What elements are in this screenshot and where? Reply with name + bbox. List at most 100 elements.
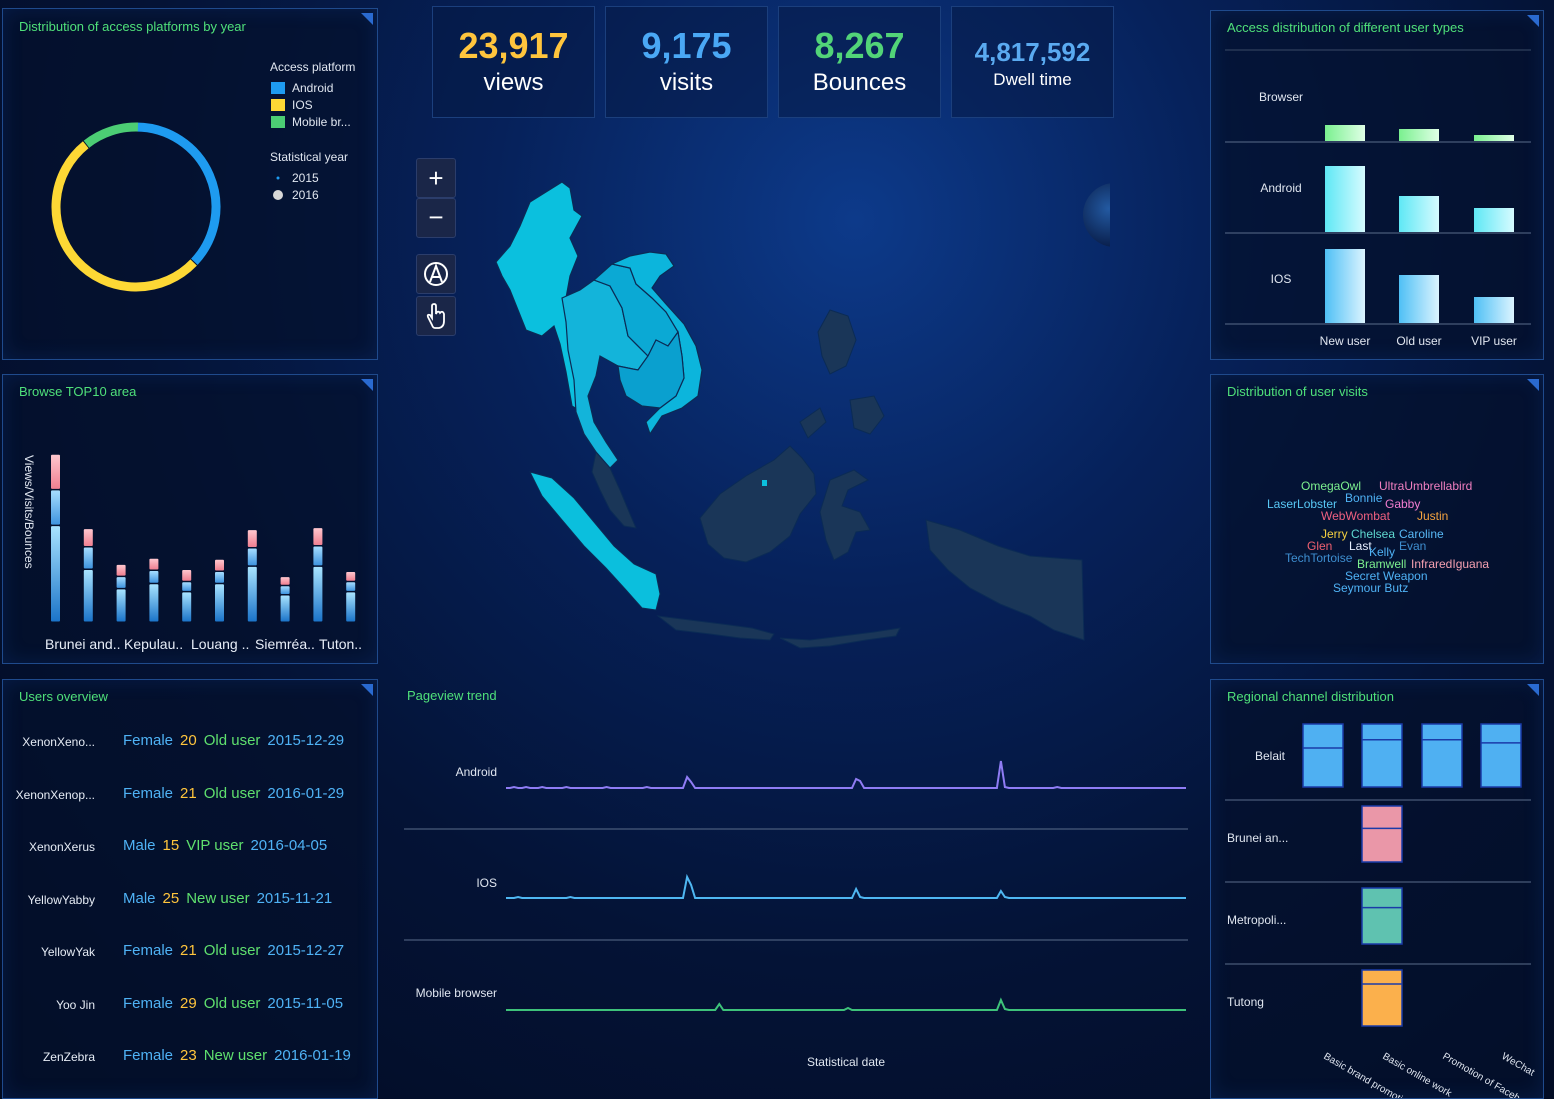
region-sulawesi[interactable]: [819, 469, 871, 561]
donut-slice-mobile-br-[interactable]: [83, 122, 139, 148]
region-brunei[interactable]: [762, 480, 767, 486]
regional-bar[interactable]: [1421, 723, 1463, 788]
region-papua[interactable]: [925, 519, 1085, 641]
top10-bar-segment[interactable]: [51, 526, 60, 622]
legend-year-2016[interactable]: 2016: [273, 188, 319, 202]
top10-bar-segment[interactable]: [149, 584, 159, 622]
user-row[interactable]: YellowYabby Male 25 New user 2015-11-21: [3, 886, 379, 916]
row-label: Browser: [1259, 90, 1303, 104]
top10-bar-segment[interactable]: [182, 582, 192, 591]
user-row[interactable]: XenonXerus Male 15 VIP user 2016-04-05: [3, 833, 379, 863]
top10-bar-segment[interactable]: [215, 559, 224, 571]
trend-line-android[interactable]: [506, 760, 1186, 789]
user-row[interactable]: XenonXenop... Female 21 Old user 2016-01-29: [3, 781, 379, 811]
top10-bar-chart: Views/Visits/Bounces Brunei and.. Kepulau…: [22, 454, 362, 652]
user-type-bar[interactable]: [1474, 208, 1514, 232]
user-type-bar[interactable]: [1399, 196, 1439, 232]
top10-bar-segment[interactable]: [280, 577, 290, 585]
top10-bar-segment[interactable]: [313, 546, 323, 566]
user-row[interactable]: ZenZebra Female 23 New user 2016-01-19: [3, 1043, 379, 1073]
top10-bar-segment[interactable]: [346, 592, 356, 622]
word-cloud-word[interactable]: Bonnie: [1345, 491, 1382, 505]
user-name: YellowYabby: [27, 892, 95, 907]
kpi-views-label: views: [483, 69, 544, 96]
user-type-bar[interactable]: [1474, 297, 1514, 323]
kpi-dwell-label: Dwell time: [993, 70, 1072, 89]
top10-bar-segment[interactable]: [182, 592, 192, 622]
top10-bar-segment[interactable]: [116, 589, 126, 622]
top10-bar-segment[interactable]: [313, 528, 323, 545]
user-type-bar[interactable]: [1325, 166, 1365, 232]
pan-mode-button[interactable]: [416, 296, 456, 336]
zoom-out-button[interactable]: −: [416, 198, 456, 238]
reset-view-button[interactable]: [416, 254, 456, 294]
region-lesser-sunda[interactable]: [779, 627, 901, 649]
panel-title: Users overview: [19, 689, 108, 704]
top10-bar-segment[interactable]: [247, 530, 257, 548]
regional-bar[interactable]: [1361, 805, 1403, 863]
top10-bar-segment[interactable]: [247, 548, 257, 566]
trend-line-ios[interactable]: [506, 873, 1186, 899]
regional-bar[interactable]: [1302, 723, 1344, 788]
user-type-bar[interactable]: [1399, 275, 1439, 323]
user-row[interactable]: Yoo Jin Female 29 Old user 2015-11-05: [3, 991, 379, 1021]
word-cloud-word[interactable]: Justin: [1417, 509, 1448, 523]
series-label: Android: [456, 765, 497, 779]
top10-bar-segment[interactable]: [116, 564, 126, 576]
top10-bar-segment[interactable]: [215, 584, 224, 622]
top10-bar-segment[interactable]: [313, 566, 323, 622]
top10-bar-segment[interactable]: [149, 558, 159, 570]
donut-slice-ios[interactable]: [51, 141, 197, 292]
word-cloud-word[interactable]: UltraUmbrellabird: [1379, 479, 1472, 493]
planet-decoration: [1083, 183, 1110, 247]
zoom-in-button[interactable]: +: [416, 158, 456, 198]
user-type-bar[interactable]: [1399, 129, 1439, 141]
user-type-bar[interactable]: [1474, 135, 1514, 141]
top10-bar-segment[interactable]: [182, 569, 192, 581]
regional-channel-chart: BelaitBrunei an...Metropoli...TutongBasi…: [1225, 723, 1536, 1098]
user-type-bar[interactable]: [1325, 125, 1365, 141]
user-name: XenonXenop...: [15, 787, 95, 802]
word-cloud-word[interactable]: Evan: [1399, 539, 1426, 553]
legend-item-mobile[interactable]: Mobile br...: [271, 115, 351, 129]
top10-bar-segment[interactable]: [83, 547, 93, 569]
word-cloud-word[interactable]: TechTortoise: [1285, 551, 1352, 565]
top10-bar-segment[interactable]: [83, 569, 93, 622]
legend-item-android[interactable]: Android: [271, 81, 333, 95]
top10-bar-segment[interactable]: [280, 595, 290, 622]
donut-slice-android[interactable]: [135, 122, 221, 265]
top10-bar-segment[interactable]: [83, 529, 93, 547]
top10-bar-segment[interactable]: [280, 586, 290, 594]
region-sumatra[interactable]: [529, 471, 661, 611]
trend-line-mobile-browser[interactable]: [506, 997, 1186, 1011]
svg-text:2015: 2015: [292, 171, 319, 185]
x-tick-label: Old user: [1396, 334, 1441, 348]
top10-bar-segment[interactable]: [149, 570, 159, 583]
top10-bar-segment[interactable]: [346, 582, 356, 591]
region-philippines[interactable]: [799, 309, 885, 439]
top10-bar-segment[interactable]: [346, 572, 356, 581]
top10-bar-segment[interactable]: [247, 566, 257, 622]
row-label: IOS: [1271, 272, 1292, 286]
regional-bar[interactable]: [1480, 723, 1522, 788]
regional-bar[interactable]: [1361, 723, 1403, 788]
regional-bar[interactable]: [1361, 887, 1403, 945]
word-cloud-word[interactable]: WebWombat: [1321, 509, 1390, 523]
platform-donut-chart: Access platform Android IOS Mobile br...…: [51, 60, 355, 292]
top10-bar-segment[interactable]: [116, 577, 126, 588]
region-borneo[interactable]: [699, 445, 817, 563]
legend-year-2015[interactable]: 2015: [276, 171, 320, 185]
top10-bar-segment[interactable]: [215, 572, 224, 583]
region-java[interactable]: [656, 615, 775, 641]
user-row[interactable]: YellowYak Female 21 Old user 2015-12-27: [3, 938, 379, 968]
legend-item-ios[interactable]: IOS: [271, 98, 313, 112]
top10-bar-segment[interactable]: [51, 490, 60, 525]
southeast-asia-map[interactable]: [470, 160, 1110, 680]
word-cloud-word[interactable]: Seymour Butz: [1333, 581, 1408, 595]
regional-bar[interactable]: [1361, 969, 1403, 1027]
user-type-bar[interactable]: [1325, 249, 1365, 323]
user-name: XenonXerus: [28, 840, 95, 854]
user-row[interactable]: XenonXeno... Female 20 Old user 2015-12-29: [3, 728, 379, 758]
word-cloud-word[interactable]: Gabby: [1385, 497, 1420, 511]
top10-bar-segment[interactable]: [51, 454, 60, 489]
